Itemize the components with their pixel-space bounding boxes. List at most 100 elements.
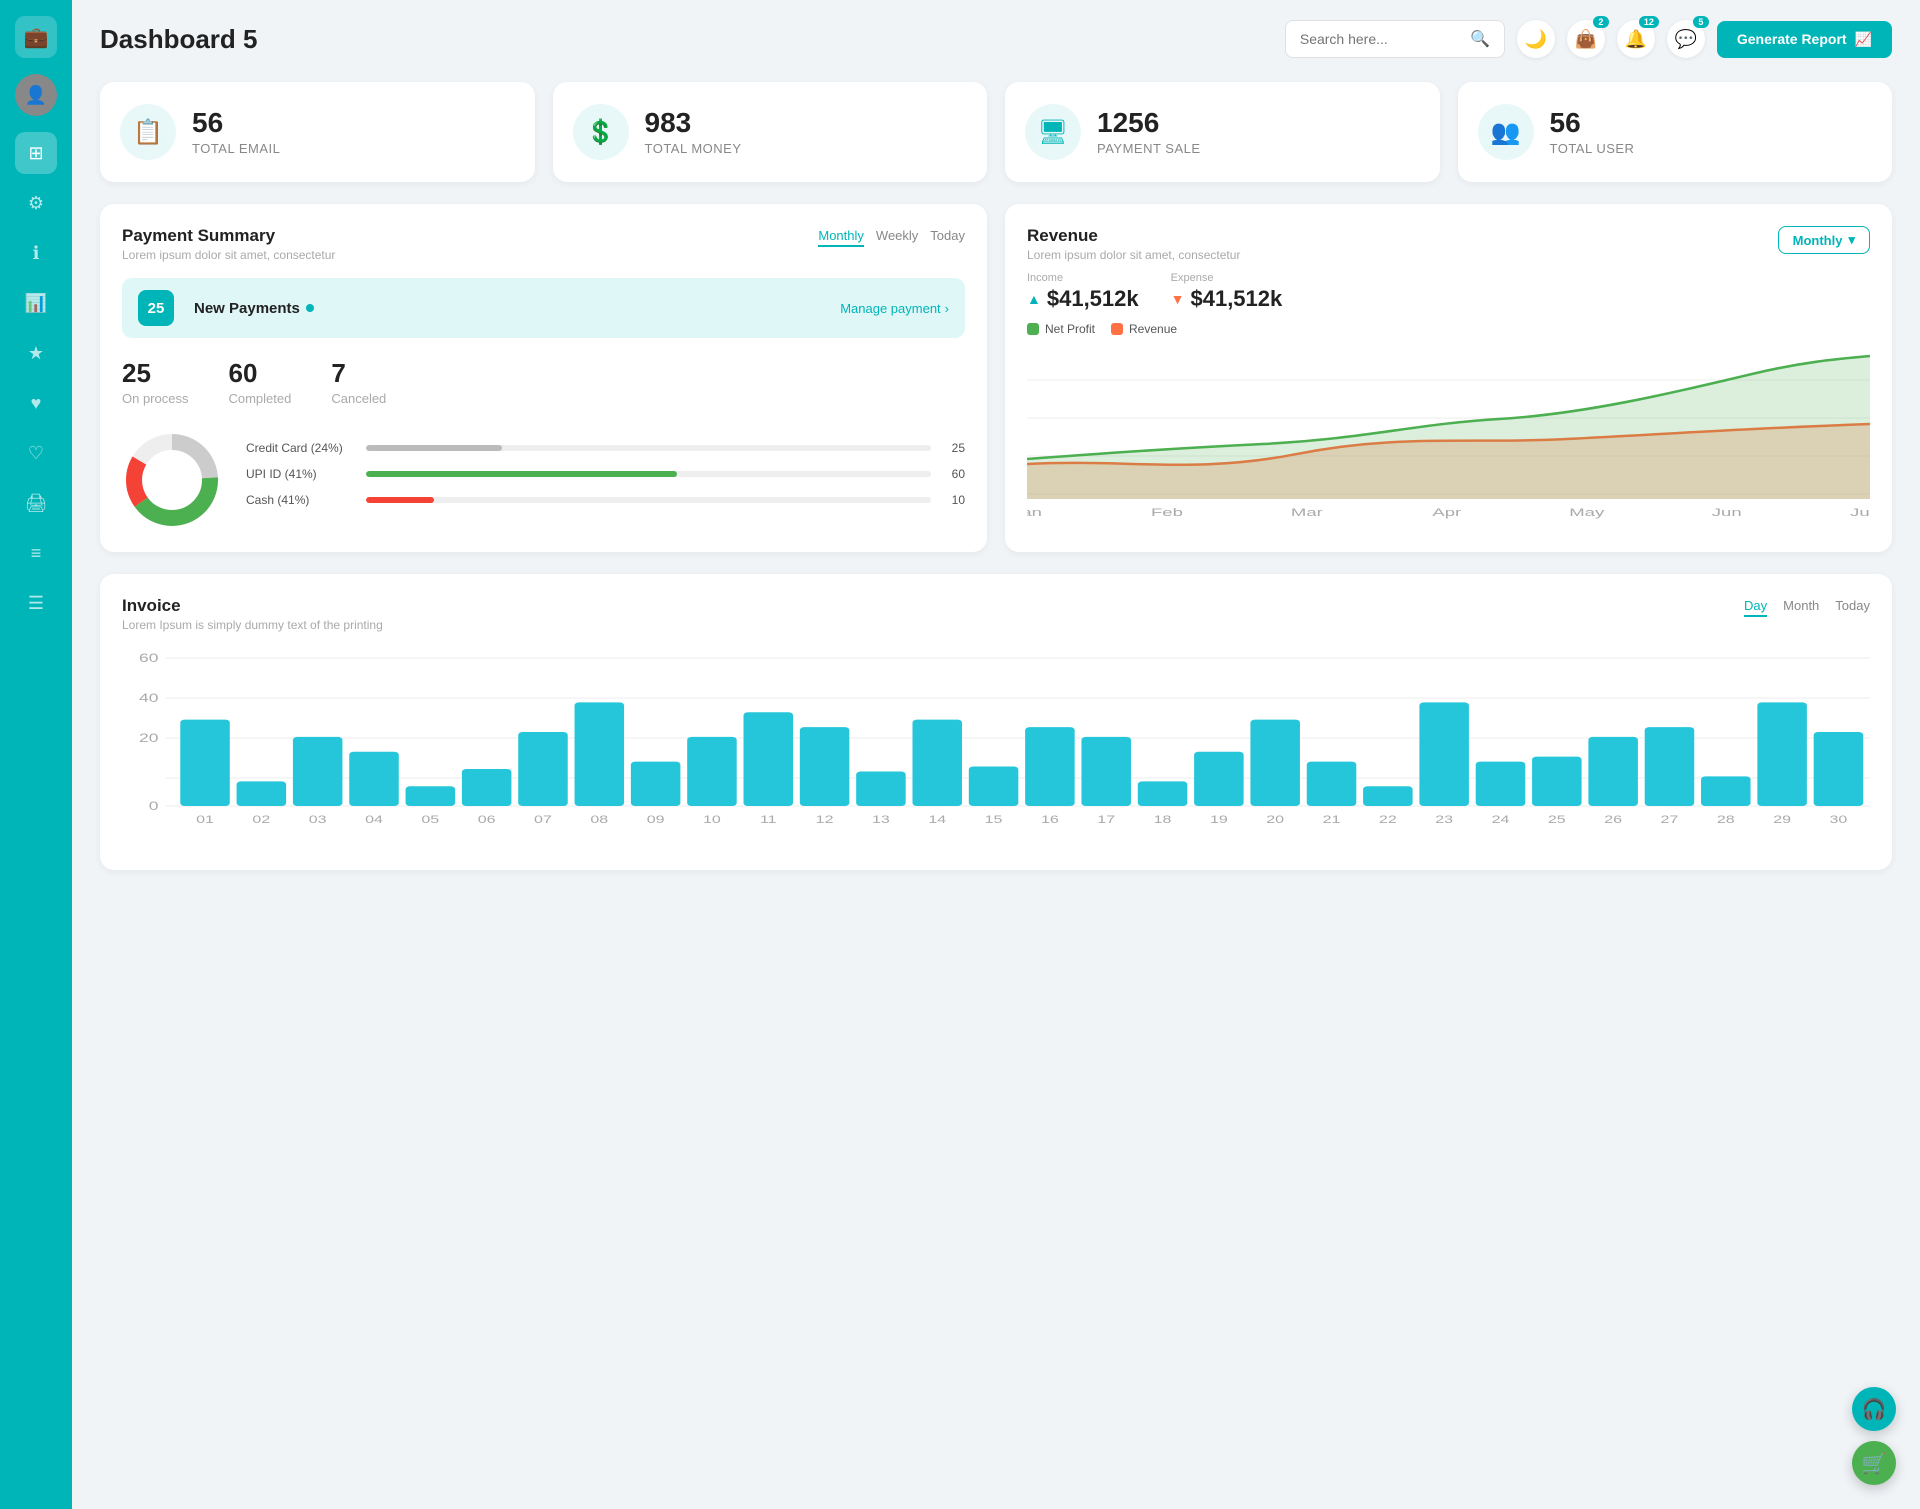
chat-button[interactable]: 💬 5 [1667,20,1705,58]
money-stat-info: 983 TOTAL MONEY [645,108,742,156]
tab-weekly[interactable]: Weekly [876,226,918,247]
money-icon: 💲 [573,104,629,160]
sidebar-item-dashboard[interactable]: ⊞ [15,132,57,174]
payment-label: PAYMENT SALE [1097,141,1201,156]
generate-report-button[interactable]: Generate Report 📈 [1717,21,1892,58]
search-input[interactable] [1300,31,1462,47]
stat-card-email: 📋 56 TOTAL EMAIL [100,82,535,182]
sidebar-item-star[interactable]: ★ [15,332,57,374]
sidebar-item-settings[interactable]: ⚙ [15,182,57,224]
notification-button[interactable]: 🔔 12 [1617,20,1655,58]
invoice-bar-label: 16 [1041,813,1059,825]
invoice-bar-label: 18 [1154,813,1172,825]
completed-value: 60 [228,358,291,389]
bar-label-creditcard: Credit Card (24%) [246,441,356,455]
payment-summary-title-group: Payment Summary Lorem ipsum dolor sit am… [122,226,335,262]
invoice-bar [856,771,906,806]
new-payments-label: New Payments [194,300,314,317]
dark-mode-toggle[interactable]: 🌙 [1517,20,1555,58]
invoice-bar-label: 26 [1604,813,1622,825]
float-buttons: 🎧 🛒 [1852,1387,1896,1485]
user-avatar[interactable]: 👤 [15,74,57,116]
analytics-icon: 📊 [25,293,47,314]
search-icon: 🔍 [1470,29,1490,49]
invoice-bar [912,720,962,806]
invoice-bar-label: 05 [421,813,439,825]
generate-report-label: Generate Report [1737,31,1847,47]
income-item: Income ▲ $41,512k [1027,272,1139,312]
invoice-tab-month[interactable]: Month [1783,596,1819,617]
invoice-bar [969,767,1019,806]
invoice-bar-label: 27 [1661,813,1679,825]
cart-float-button[interactable]: 🛒 [1852,1441,1896,1485]
bar-track-upi [366,471,931,477]
payment-bars: Credit Card (24%) 25 UPI ID (41%) 60 [246,441,965,519]
bar-label-cash: Cash (41%) [246,493,356,507]
email-label: TOTAL EMAIL [192,141,280,156]
sidebar-item-favorite[interactable]: ♥ [15,382,57,424]
stat-card-money: 💲 983 TOTAL MONEY [553,82,988,182]
invoice-bar-label: 01 [196,813,214,825]
invoice-card: Invoice Lorem Ipsum is simply dummy text… [100,574,1892,870]
revenue-card: Revenue Lorem ipsum dolor sit amet, cons… [1005,204,1892,552]
sidebar-item-print[interactable]: 🖨 [15,482,57,524]
income-value: $41,512k [1047,286,1139,312]
invoice-bar [1419,702,1469,806]
invoice-subtitle: Lorem Ipsum is simply dummy text of the … [122,618,383,632]
search-box[interactable]: 🔍 [1285,20,1505,58]
invoice-tab-today[interactable]: Today [1835,596,1870,617]
invoice-bar [1645,727,1695,806]
revenue-header: Revenue Lorem ipsum dolor sit amet, cons… [1027,226,1870,262]
svg-text:Jun: Jun [1712,507,1742,519]
bar-track-cash [366,497,931,503]
avatar-img: 👤 [25,85,47,106]
invoice-bar [1363,786,1413,806]
invoice-tab-day[interactable]: Day [1744,596,1767,617]
heart-icon: ♥ [31,393,42,414]
payment-icon: 🖥 [1025,104,1081,160]
income-value-row: ▲ $41,512k [1027,286,1139,312]
invoice-bar-label: 14 [928,813,946,825]
revenue-dot [1111,323,1123,335]
invoice-bar [462,769,512,806]
support-float-button[interactable]: 🎧 [1852,1387,1896,1431]
sidebar-item-list[interactable]: ☰ [15,582,57,624]
sidebar-item-analytics[interactable]: 📊 [15,282,57,324]
tab-monthly[interactable]: Monthly [818,226,864,247]
invoice-bar [744,712,794,806]
payment-details: Credit Card (24%) 25 UPI ID (41%) 60 [122,430,965,530]
invoice-bar-label: 22 [1379,813,1397,825]
wallet-button[interactable]: 👜 2 [1567,20,1605,58]
info-icon: ℹ [33,243,40,264]
completed-label: Completed [228,391,291,406]
sidebar-item-menu[interactable]: ≡ [15,532,57,574]
svg-text:Feb: Feb [1151,507,1183,519]
cart-icon: 🛒 [1862,1451,1887,1476]
svg-text:0: 0 [149,800,159,814]
manage-payment-link[interactable]: Manage payment › [840,301,949,316]
legend-netprofit: Net Profit [1027,322,1095,336]
svg-text:60: 60 [139,652,158,666]
invoice-bar [687,737,737,806]
invoice-title: Invoice [122,596,383,616]
svg-text:20: 20 [139,732,158,746]
tab-today[interactable]: Today [930,226,965,247]
invoice-bar-label: 13 [872,813,890,825]
invoice-bar-label: 17 [1097,813,1115,825]
invoice-bar-label: 28 [1717,813,1735,825]
invoice-bar [1194,752,1244,806]
sidebar-logo[interactable]: 💼 [15,16,57,58]
invoice-bar-label: 21 [1323,813,1341,825]
revenue-info: Income ▲ $41,512k Expense ▼ $41,512k [1027,272,1870,312]
invoice-bar [237,781,287,806]
on-process-stat: 25 On process [122,358,188,406]
invoice-title-group: Invoice Lorem Ipsum is simply dummy text… [122,596,383,632]
sidebar-item-favorites2[interactable]: ♡ [15,432,57,474]
revenue-monthly-dropdown[interactable]: Monthly ▾ [1778,226,1870,254]
invoice-bar [406,786,456,806]
legend-revenue: Revenue [1111,322,1177,336]
invoice-bar [575,702,625,806]
sidebar-item-info[interactable]: ℹ [15,232,57,274]
email-stat-info: 56 TOTAL EMAIL [192,108,280,156]
income-label: Income [1027,272,1139,284]
